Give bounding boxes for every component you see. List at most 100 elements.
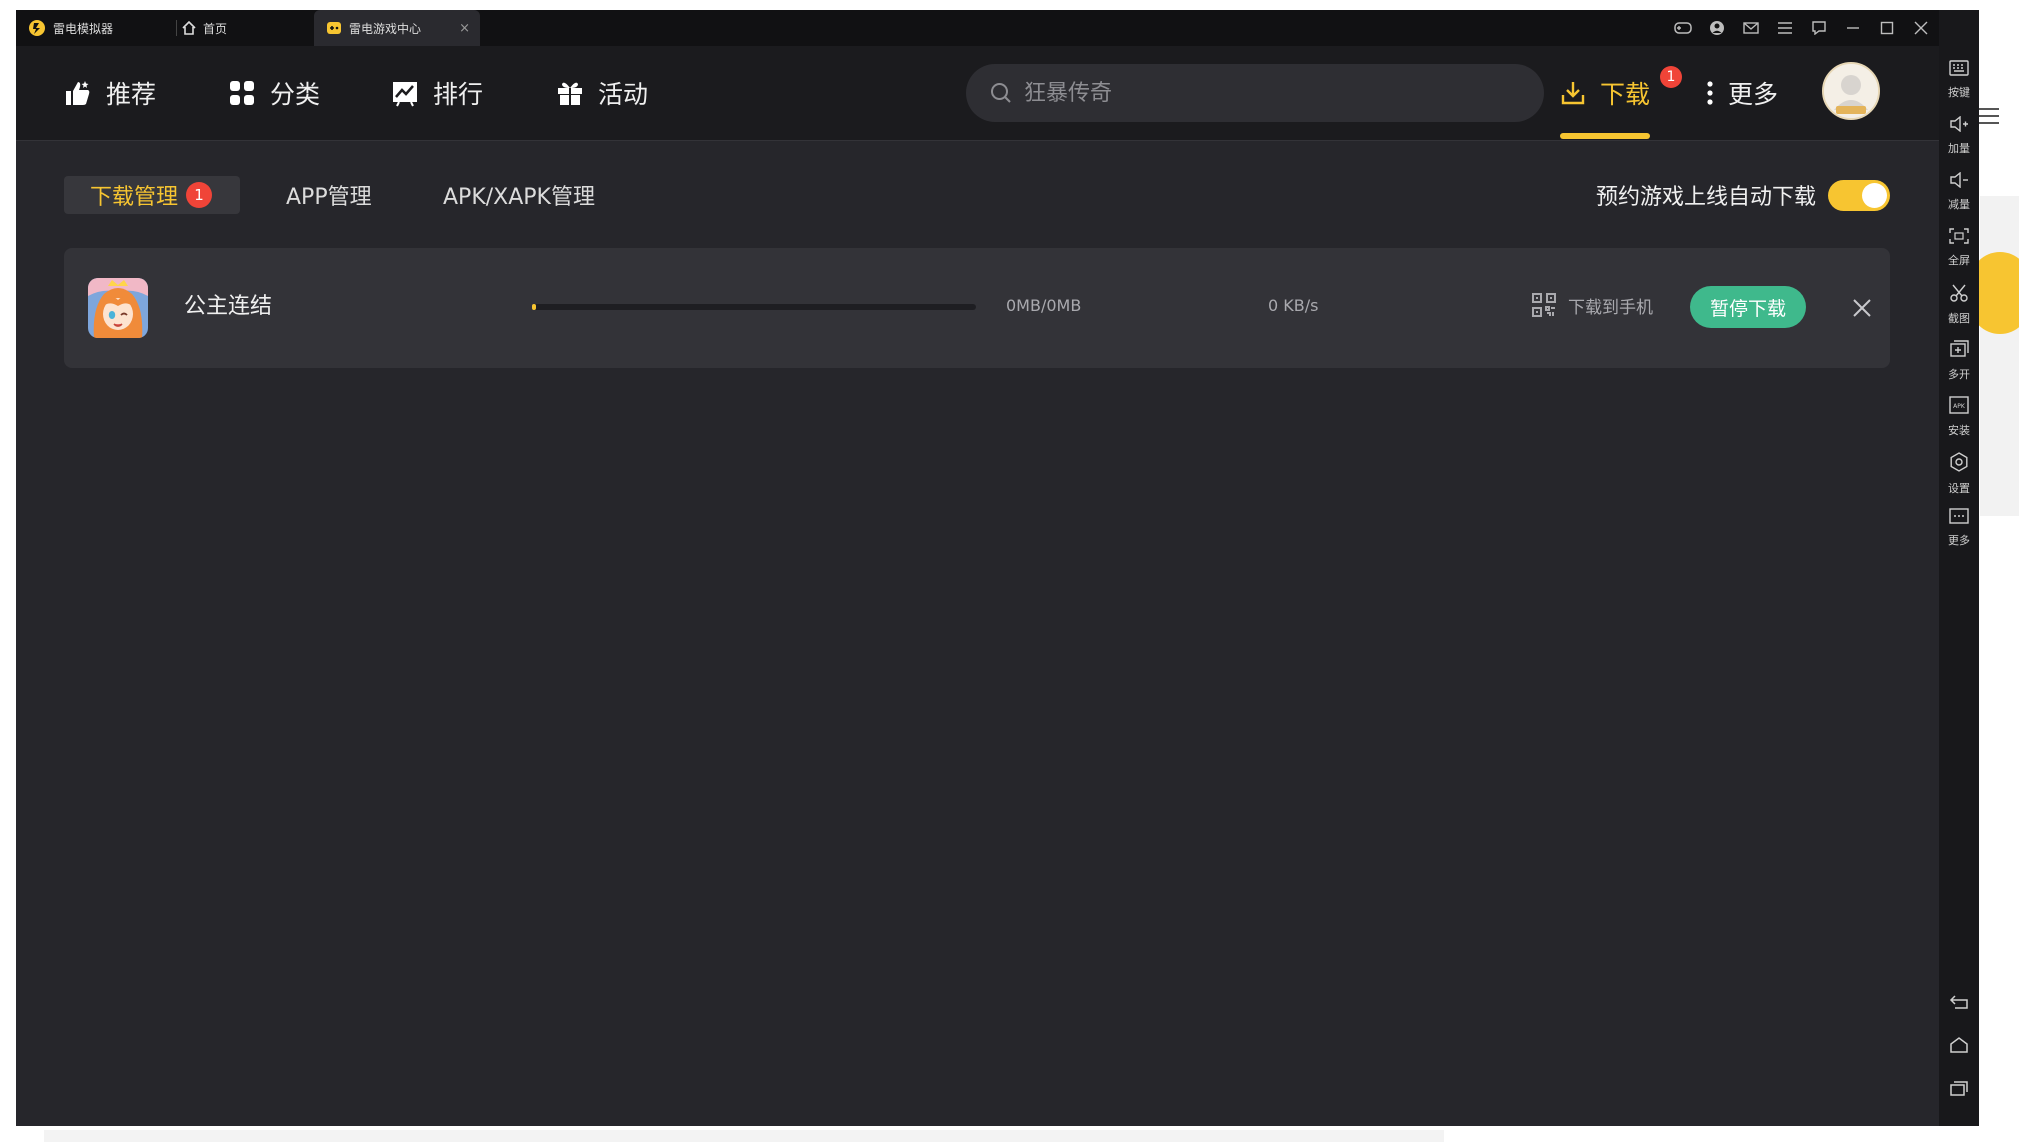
thumbs-up-icon bbox=[64, 79, 92, 107]
nav-category[interactable]: 分类 bbox=[228, 74, 320, 112]
volume-down-icon bbox=[1949, 171, 1969, 192]
subtab-apk-management[interactable]: APK/XAPK管理 bbox=[443, 176, 595, 214]
close-window-icon[interactable] bbox=[1904, 10, 1938, 46]
background-strip bbox=[44, 1130, 1444, 1142]
tab-label: 首页 bbox=[203, 21, 228, 36]
toolbar-keymap[interactable]: 按键 bbox=[1939, 60, 1979, 100]
download-speed: 0 KB/s bbox=[1268, 296, 1319, 315]
search-bar[interactable] bbox=[966, 64, 1544, 122]
game-icon bbox=[88, 278, 148, 338]
multi-open-icon bbox=[1949, 340, 1969, 362]
nav-label: 推荐 bbox=[106, 80, 157, 109]
subtab-label: 下载管理 bbox=[90, 185, 179, 210]
auto-download-toggle[interactable] bbox=[1828, 180, 1890, 211]
progress-fill bbox=[532, 304, 537, 310]
nav-activity[interactable]: 活动 bbox=[556, 74, 648, 112]
top-navigation: 推荐 分类 排行 活动 狂暴传奇 下载 1 更多 bbox=[16, 46, 1939, 141]
account-icon[interactable] bbox=[1700, 10, 1734, 46]
feedback-icon[interactable] bbox=[1802, 10, 1836, 46]
toolbar-label: 截图 bbox=[1948, 312, 1970, 325]
subtab-count-badge: 1 bbox=[186, 182, 213, 208]
toolbar-install-apk[interactable]: APK 安装 bbox=[1939, 396, 1979, 438]
toolbar-volume-down[interactable]: 减量 bbox=[1939, 171, 1979, 212]
title-bar: 雷电模拟器 首页 雷电游戏中心 × bbox=[16, 10, 1979, 46]
fullscreen-icon bbox=[1949, 228, 1969, 248]
toolbar-label: 减量 bbox=[1948, 198, 1970, 211]
toolbar-more[interactable]: 更多 bbox=[1939, 508, 1979, 548]
download-icon bbox=[1560, 80, 1586, 106]
toolbar-label: 加量 bbox=[1948, 142, 1970, 155]
toolbar-settings[interactable]: 设置 bbox=[1939, 452, 1979, 496]
tab-emulator[interactable]: 雷电模拟器 bbox=[28, 10, 173, 46]
user-avatar[interactable] bbox=[1822, 62, 1880, 120]
svg-text:APK: APK bbox=[1953, 403, 1966, 410]
download-to-phone-button[interactable]: 下载到手机 bbox=[1532, 292, 1653, 318]
home-icon bbox=[182, 21, 196, 35]
gamepad-control-icon[interactable] bbox=[1666, 10, 1700, 46]
subtab-label: APK/XAPK管理 bbox=[443, 185, 595, 210]
toolbar-label: 设置 bbox=[1948, 482, 1970, 495]
toggle-knob bbox=[1862, 183, 1887, 208]
minimize-icon[interactable] bbox=[1836, 10, 1870, 46]
game-name: 公主连结 bbox=[184, 294, 273, 319]
toolbar-label: 更多 bbox=[1948, 534, 1970, 547]
toolbar-label: 多开 bbox=[1948, 368, 1970, 381]
close-tab-icon[interactable]: × bbox=[459, 21, 470, 36]
keyboard-icon bbox=[1949, 60, 1969, 80]
toolbar-label: 全屏 bbox=[1948, 254, 1970, 267]
subtab-app-management[interactable]: APP管理 bbox=[286, 176, 372, 214]
nav-label: 分类 bbox=[270, 80, 321, 109]
tab-home[interactable]: 首页 bbox=[176, 10, 322, 46]
tab-game-center[interactable]: 雷电游戏中心 × bbox=[314, 10, 480, 46]
settings-icon bbox=[1949, 452, 1969, 476]
toolbar-label: 安装 bbox=[1948, 424, 1970, 437]
subtab-download-management[interactable]: 下载管理 1 bbox=[64, 176, 240, 214]
toolbar-fullscreen[interactable]: 全屏 bbox=[1939, 228, 1979, 268]
nav-label: 更多 bbox=[1728, 80, 1779, 109]
game-center-app: 推荐 分类 排行 活动 狂暴传奇 下载 1 更多 下载管理 1 APP管理 AP… bbox=[16, 46, 1939, 1126]
vertical-dots-icon bbox=[1706, 80, 1714, 106]
emulator-logo-icon bbox=[28, 19, 46, 37]
active-tab-indicator bbox=[1560, 133, 1650, 139]
toolbar-screenshot[interactable]: 截图 bbox=[1939, 284, 1979, 326]
download-progress-bar bbox=[532, 304, 976, 310]
more-icon bbox=[1949, 508, 1969, 528]
qr-code-icon bbox=[1532, 293, 1556, 317]
download-size: 0MB/0MB bbox=[1006, 296, 1082, 315]
auto-download-label: 预约游戏上线自动下载 bbox=[1596, 185, 1817, 210]
tab-label: 雷电游戏中心 bbox=[349, 21, 422, 36]
remove-download-icon[interactable] bbox=[1846, 292, 1878, 324]
download-count-badge: 1 bbox=[1660, 66, 1682, 88]
maximize-icon[interactable] bbox=[1870, 10, 1904, 46]
nav-label: 下载 bbox=[1600, 80, 1651, 109]
android-home-icon[interactable] bbox=[1939, 1037, 1979, 1053]
nav-label: 活动 bbox=[598, 80, 649, 109]
android-back-icon[interactable] bbox=[1939, 994, 1979, 1010]
grid-icon bbox=[228, 79, 256, 107]
download-to-phone-label: 下载到手机 bbox=[1568, 297, 1653, 318]
nav-recommend[interactable]: 推荐 bbox=[64, 74, 156, 112]
volume-up-icon bbox=[1949, 115, 1969, 136]
search-input[interactable] bbox=[1022, 79, 1506, 107]
android-recent-apps-icon[interactable] bbox=[1939, 1080, 1979, 1096]
subtab-label: APP管理 bbox=[286, 185, 372, 210]
nav-more[interactable]: 更多 bbox=[1706, 74, 1778, 112]
toolbar-multi-open[interactable]: 多开 bbox=[1939, 340, 1979, 382]
emulator-window: 雷电模拟器 首页 雷电游戏中心 × 推荐 分类 排行 活动 狂暴传奇 下载 1 … bbox=[16, 10, 1979, 1126]
pause-download-button[interactable]: 暂停下载 bbox=[1690, 286, 1806, 328]
gift-icon bbox=[556, 79, 584, 107]
gamepad-icon bbox=[326, 20, 342, 36]
background-panel bbox=[1980, 196, 2019, 516]
mail-icon[interactable] bbox=[1734, 10, 1768, 46]
menu-icon[interactable] bbox=[1768, 10, 1802, 46]
chart-icon bbox=[391, 79, 419, 107]
toolbar-volume-up[interactable]: 加量 bbox=[1939, 115, 1979, 156]
emulator-toolbar: 按键 加量 减量 全屏 截图 多开 APK 安装 设置 更多 bbox=[1939, 10, 1979, 1126]
apk-install-icon: APK bbox=[1949, 396, 1969, 418]
nav-ranking[interactable]: 排行 bbox=[391, 74, 483, 112]
toolbar-label: 按键 bbox=[1948, 86, 1970, 99]
nav-label: 排行 bbox=[433, 80, 484, 109]
scissors-icon bbox=[1949, 284, 1969, 306]
search-icon bbox=[990, 82, 1012, 104]
nav-download[interactable]: 下载 1 bbox=[1560, 66, 1682, 112]
